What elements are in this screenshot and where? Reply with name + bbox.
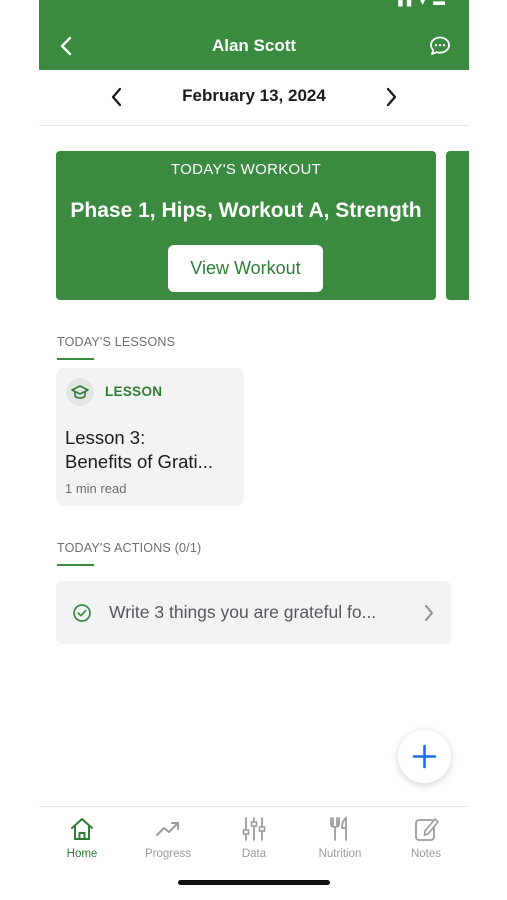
tab-notes-label: Notes <box>410 848 442 860</box>
page-title: Alan Scott <box>211 36 297 55</box>
bottom-tab-bar: Home Progress Data Nutrition Notes <box>39 806 469 900</box>
check-circle-icon[interactable] <box>72 603 92 623</box>
lesson-title-line-1: Lesson 3: <box>65 427 146 448</box>
lesson-title: Lesson 3: Benefits of Grati... <box>65 426 241 474</box>
workout-title: Phase 1, Hips, Workout A, Strength <box>70 199 422 222</box>
tab-progress[interactable]: Progress <box>125 815 211 860</box>
lesson-card[interactable]: LESSON Lesson 3: Benefits of Grati... 1 … <box>56 368 244 506</box>
tab-data[interactable]: Data <box>211 815 297 860</box>
date-navigator: February 13, 2024 <box>39 70 469 126</box>
tab-data-label: Data <box>241 848 267 860</box>
current-date[interactable]: February 13, 2024 <box>39 86 469 106</box>
lessons-section-label: TODAY'S LESSONS <box>57 335 176 349</box>
home-indicator <box>178 880 330 885</box>
chevron-right-icon <box>425 605 433 621</box>
tab-nutrition-label: Nutrition <box>318 848 362 860</box>
todays-workout-card[interactable]: TODAY'S WORKOUT Phase 1, Hips, Workout A… <box>56 151 436 300</box>
action-text: Write 3 things you are grateful fo... <box>109 602 377 622</box>
tab-home-label: Home <box>66 848 98 860</box>
status-bar-icons: ▮▮ ▾ ▬ <box>397 0 447 8</box>
lesson-read-time: 1 min read <box>65 481 127 496</box>
next-day-icon[interactable] <box>381 84 401 110</box>
fork-knife-icon <box>330 816 347 841</box>
action-item[interactable]: Write 3 things you are grateful fo... <box>56 581 451 644</box>
tab-home[interactable]: Home <box>39 815 125 860</box>
chat-bubble-icon[interactable] <box>428 34 452 58</box>
lesson-title-line-2: Benefits of Grati... <box>65 451 214 472</box>
add-button[interactable] <box>398 730 451 783</box>
app-header: ▮▮ ▾ ▬ Alan Scott <box>39 0 469 70</box>
notes-icon <box>415 818 439 841</box>
plus-icon <box>412 744 437 769</box>
lesson-badge: LESSON <box>105 384 163 399</box>
actions-underline <box>57 564 94 566</box>
next-workout-card-peek[interactable] <box>446 151 469 300</box>
trend-up-icon <box>156 822 179 836</box>
lessons-underline <box>57 358 94 360</box>
tab-progress-label: Progress <box>144 848 192 860</box>
sliders-icon <box>242 817 266 841</box>
actions-section-label: TODAY'S ACTIONS (0/1) <box>57 541 202 555</box>
workout-kicker: TODAY'S WORKOUT <box>170 161 322 178</box>
graduation-cap-icon <box>66 378 94 406</box>
home-icon <box>71 818 93 840</box>
tab-nutrition[interactable]: Nutrition <box>297 815 383 860</box>
app-screen: ▮▮ ▾ ▬ Alan Scott February 13, 2024 TODA… <box>39 0 469 900</box>
view-workout-button[interactable]: View Workout <box>168 245 323 292</box>
tab-notes[interactable]: Notes <box>383 815 469 860</box>
